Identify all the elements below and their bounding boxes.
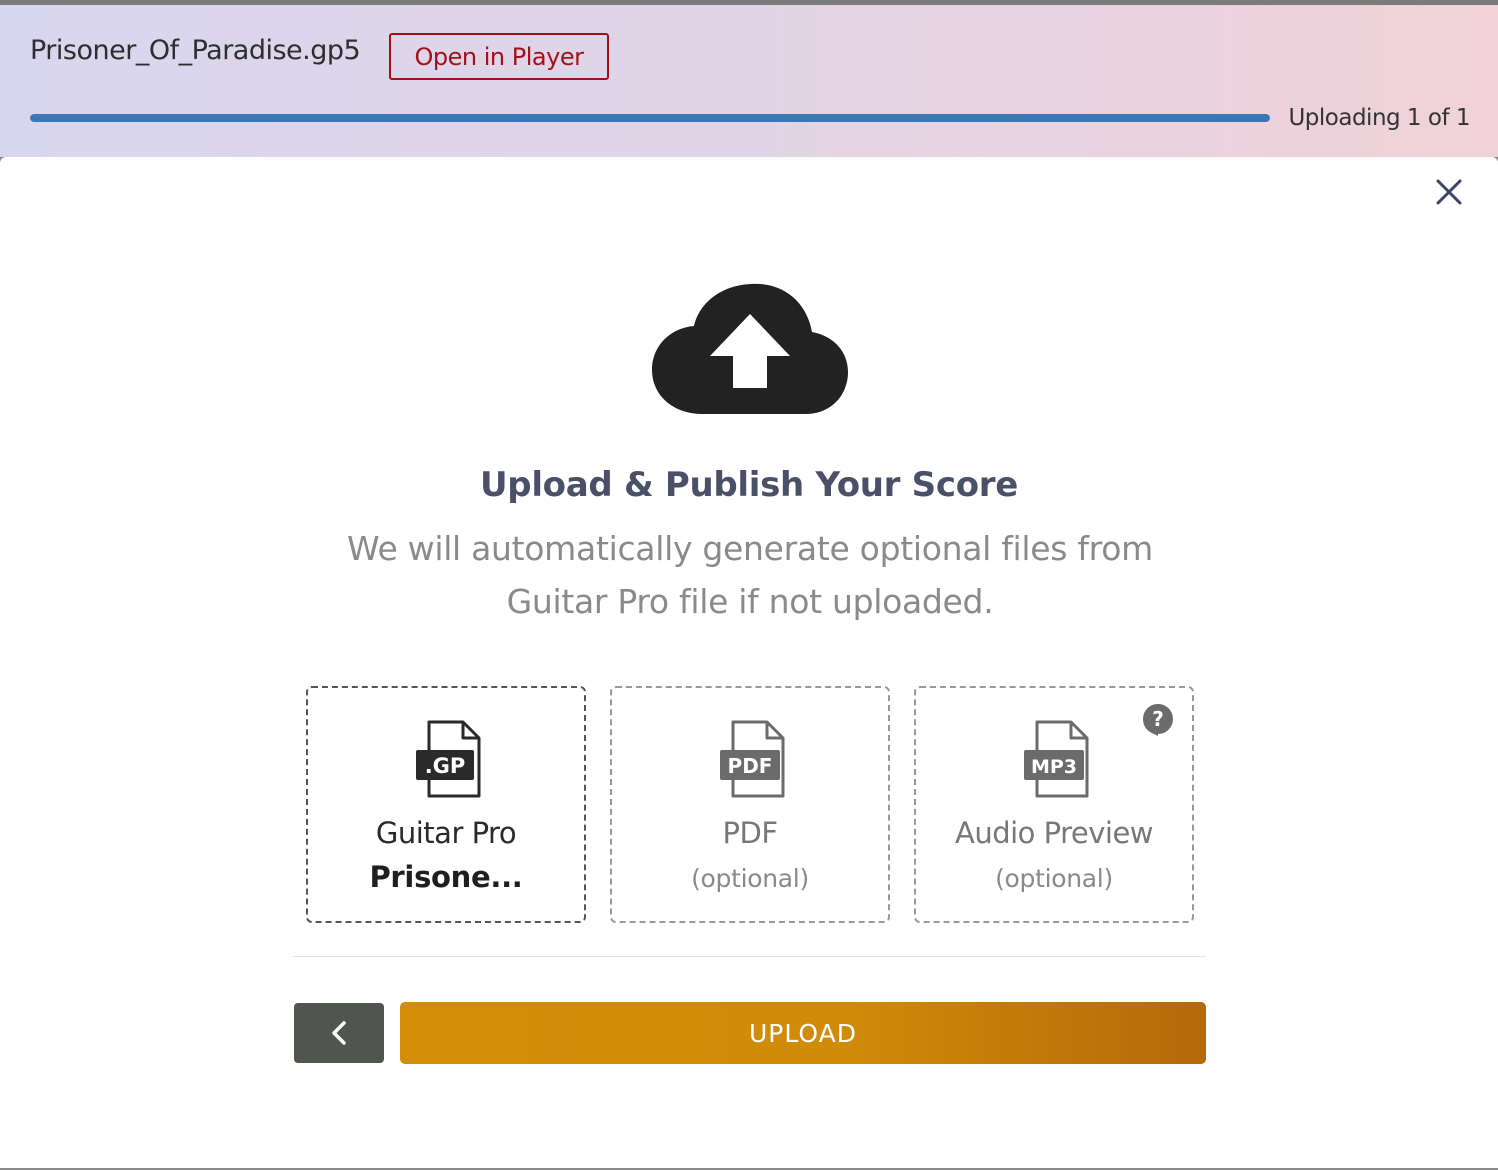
cloud-upload-icon <box>652 283 848 414</box>
upload-status-bar: Prisoner_Of_Paradise.gp5 Open in Player … <box>0 5 1498 157</box>
pdf-tile-label: PDF <box>722 816 779 850</box>
close-icon <box>1436 179 1462 205</box>
guitar-pro-upload-tile[interactable]: .GP Guitar Pro Prisone... <box>306 686 586 923</box>
back-button[interactable] <box>294 1003 384 1063</box>
modal-subtitle: We will automatically generate optional … <box>347 529 1153 621</box>
gp-file-icon: .GP <box>416 720 481 798</box>
audio-preview-upload-tile[interactable]: MP3 ? Audio Preview (optional) <box>914 686 1194 923</box>
mp3-file-icon: MP3 <box>1024 720 1089 798</box>
upload-button[interactable]: UPLOAD <box>400 1002 1206 1064</box>
pdf-tile-optional-note: (optional) <box>691 864 809 893</box>
upload-modal: Upload & Publish Your Score We will auto… <box>0 157 1498 1168</box>
uploaded-file-name: Prisoner_Of_Paradise.gp5 <box>30 35 361 66</box>
modal-title: Upload & Publish Your Score <box>479 465 1018 505</box>
open-in-player-button[interactable]: Open in Player <box>389 33 609 80</box>
close-button[interactable] <box>1428 171 1470 213</box>
question-circle-icon[interactable]: ? <box>1142 703 1174 737</box>
pdf-upload-tile[interactable]: PDF PDF (optional) <box>610 686 890 923</box>
guitar-pro-selected-file: Prisone... <box>369 860 523 894</box>
svg-text:PDF: PDF <box>728 754 773 778</box>
upload-progress-status: Uploading 1 of 1 <box>1288 105 1470 131</box>
svg-text:?: ? <box>1152 707 1164 731</box>
svg-text:MP3: MP3 <box>1031 756 1077 778</box>
audio-preview-optional-note: (optional) <box>995 864 1113 893</box>
audio-preview-tile-label: Audio Preview <box>954 816 1154 850</box>
upload-progress-bar <box>30 114 1270 122</box>
guitar-pro-tile-label: Guitar Pro <box>375 816 517 850</box>
footer-divider <box>293 956 1206 957</box>
chevron-left-icon <box>332 1021 346 1045</box>
pdf-file-icon: PDF <box>720 720 785 798</box>
svg-text:.GP: .GP <box>425 754 466 778</box>
upload-progress-fill <box>30 114 1270 122</box>
